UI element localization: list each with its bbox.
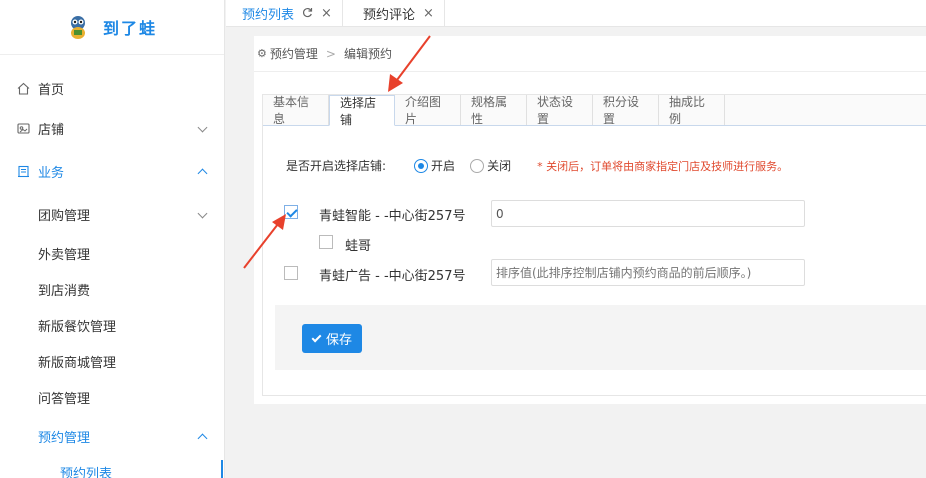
store-checkbox[interactable] [284,266,298,280]
tab-intro-images[interactable]: 介绍图片 [395,95,461,126]
sidebar-item-new-mall[interactable]: 新版商城管理 [0,343,224,379]
tab-label: 积分设置 [603,95,640,126]
edit-panel: 基本信息 选择店铺 介绍图片 规格属性 状态设置 积分设置 抽成比例 是否开启选… [262,94,926,396]
tab-label: 预约列表 [242,8,295,23]
breadcrumb-current: 编辑预约 [343,47,392,61]
tab-points-settings[interactable]: 积分设置 [593,95,659,126]
sidebar-item-new-catering[interactable]: 新版餐饮管理 [0,307,224,343]
sidebar-item-label: 首页 [38,82,65,98]
sidebar-item-label: 外卖管理 [38,247,91,263]
sidebar-item-takeout[interactable]: 外卖管理 [0,235,224,271]
sidebar-item-qa[interactable]: 问答管理 [0,379,224,415]
tab-label: 抽成比例 [669,95,706,126]
tab-label: 基本信息 [273,95,310,126]
radio-label: 关闭 [487,159,512,173]
chevron-down-icon [197,208,208,219]
brand-name: 到了蛙 [102,19,157,38]
gear-icon: ⚙ [257,47,267,60]
close-icon[interactable]: × [423,6,434,21]
save-button[interactable]: 保存 [302,324,363,353]
radio-dot [470,158,485,173]
sidebar-item-label: 店铺 [38,122,65,138]
brand-logo[interactable]: 到了蛙 [0,0,224,55]
sidebar-item-in-store[interactable]: 到店消费 [0,271,224,307]
breadcrumb-separator: > [325,46,336,61]
sidebar-item-label: 预约列表 [60,466,113,478]
store-select-row: 是否开启选择店铺: 开启 关闭 * 关闭后，订单将由商家指定门店及技师进行服务。 [286,157,788,174]
hint-text: * 关闭后，订单将由商家指定门店及技师进行服务。 [537,159,789,173]
sidebar-item-label: 新版餐饮管理 [38,319,117,335]
substore-checkbox[interactable] [319,235,333,249]
breadcrumb-parent[interactable]: 预约管理 [270,45,318,62]
tab-select-store[interactable]: 选择店铺 [329,95,395,127]
store-icon [16,121,30,135]
substore-name: 蛙哥 [345,239,372,254]
radio-off[interactable]: 关闭 [470,157,511,174]
active-indicator [221,460,223,478]
save-label: 保存 [326,333,353,348]
tab-label: 介绍图片 [405,95,442,126]
business-icon [16,164,30,178]
sidebar-item-booking-list[interactable]: 预约列表 [0,457,224,478]
radio-dot [414,158,429,173]
radio-label: 开启 [431,159,456,173]
store-sort-input[interactable] [491,200,805,227]
chevron-up-icon [197,433,208,444]
frog-logo-icon [70,16,85,39]
store-name: 青蛙智能 - -中心街257号 [319,209,466,224]
sidebar-item-group-buy[interactable]: 团购管理 [0,193,224,235]
store-name: 青蛙广告 - -中心街257号 [319,269,466,284]
chevron-up-icon [197,168,208,179]
sidebar-item-label: 团购管理 [38,208,91,224]
tab-spec-attrs[interactable]: 规格属性 [461,95,527,126]
tab-status-settings[interactable]: 状态设置 [527,95,593,126]
close-icon[interactable]: × [321,6,332,21]
refresh-icon[interactable] [302,7,313,21]
store-checkbox[interactable] [284,205,298,219]
sidebar-item-label: 问答管理 [38,391,91,407]
tab-basic-info[interactable]: 基本信息 [263,95,329,126]
tab-label: 规格属性 [471,95,508,126]
sidebar-item-label: 预约管理 [38,430,91,446]
chevron-down-icon [197,122,208,133]
sidebar-item-booking[interactable]: 预约管理 [0,415,224,457]
sidebar-item-home[interactable]: 首页 [0,69,224,107]
sidebar-item-label: 到店消费 [38,283,91,299]
store-sort-input[interactable] [491,259,805,286]
sidebar: 到了蛙 首页 店铺 业务 团购管理 外卖管理 到店消费 新版餐饮管理 新版商城管… [0,0,225,478]
sidebar-item-label: 新版商城管理 [38,355,117,371]
store-select-label: 是否开启选择店铺: [286,159,387,173]
sidebar-item-store[interactable]: 店铺 [0,107,224,149]
home-icon [16,81,30,95]
tab-booking-reviews[interactable]: 预约评论 × [347,0,445,27]
form-footer: 保存 [275,305,926,370]
tab-commission-ratio[interactable]: 抽成比例 [659,95,725,126]
radio-on[interactable]: 开启 [414,157,455,174]
tab-booking-list[interactable]: 预约列表 × [226,0,343,27]
sidebar-item-label: 业务 [38,165,65,181]
tab-label: 状态设置 [537,95,574,126]
sidebar-menu: 首页 店铺 业务 团购管理 外卖管理 到店消费 新版餐饮管理 新版商城管理 问答… [0,55,224,478]
content-area: ⚙ 预约管理 > 编辑预约 基本信息 选择店铺 介绍图片 规格属性 状态设置 积… [254,36,926,404]
check-icon [311,332,322,342]
tab-label: 选择店铺 [340,95,377,127]
breadcrumb: ⚙ 预约管理 > 编辑预约 [254,36,926,72]
top-tab-bar: 预约列表 × 预约评论 × [226,0,926,27]
form-tabs: 基本信息 选择店铺 介绍图片 规格属性 状态设置 积分设置 抽成比例 [263,95,926,127]
tab-label: 预约评论 [363,8,416,23]
sidebar-item-business[interactable]: 业务 [0,149,224,193]
